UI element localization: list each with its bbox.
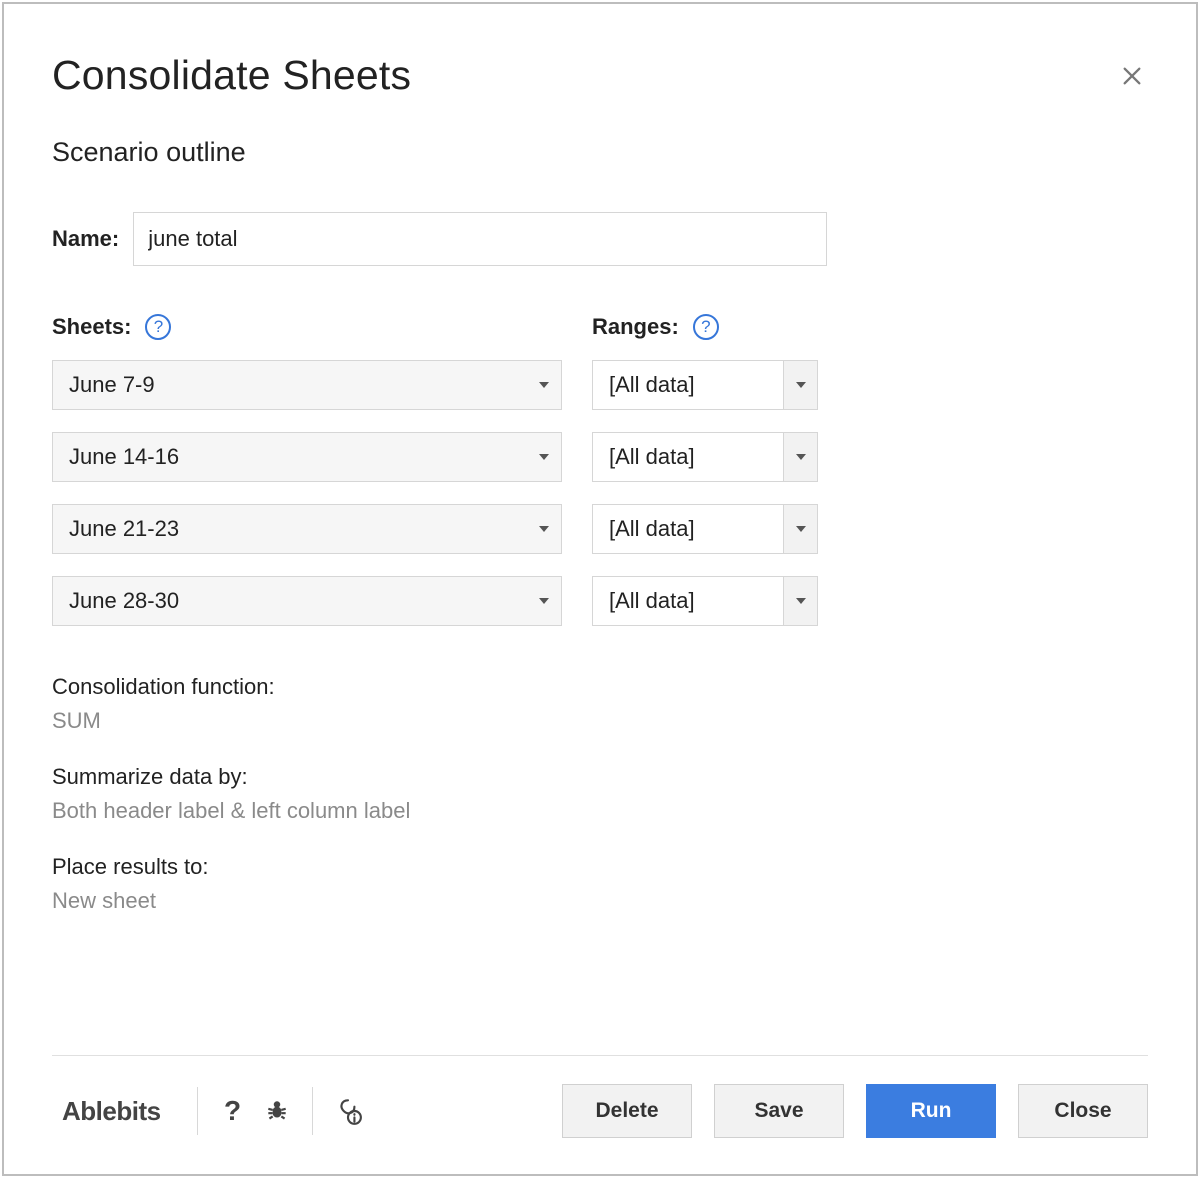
sheet-range-rows: June 7-9 [All data] June 14-16 [All data…	[52, 360, 1148, 626]
info-icon[interactable]	[331, 1094, 365, 1128]
summarize-by-label: Summarize data by:	[52, 764, 1148, 790]
delete-button[interactable]: Delete	[562, 1084, 692, 1138]
sheet-range-row: June 7-9 [All data]	[52, 360, 1148, 410]
sheet-dropdown-value: June 21-23	[69, 516, 527, 542]
place-results-label: Place results to:	[52, 854, 1148, 880]
range-dropdown[interactable]: [All data]	[592, 576, 818, 626]
chevron-down-icon	[783, 577, 817, 625]
brand-logo: Ablebits	[52, 1096, 179, 1127]
name-label: Name:	[52, 226, 119, 252]
dialog-title: Consolidate Sheets	[52, 52, 411, 99]
divider	[312, 1087, 313, 1135]
ranges-label: Ranges:	[592, 314, 679, 340]
sheet-dropdown[interactable]: June 21-23	[52, 504, 562, 554]
dialog-header: Consolidate Sheets	[52, 52, 1148, 99]
columns-header: Sheets: ? Ranges: ?	[52, 314, 1148, 340]
footer-divider	[52, 1055, 1148, 1056]
chevron-down-icon	[527, 577, 561, 625]
consolidation-function-label: Consolidation function:	[52, 674, 1148, 700]
chevron-down-icon	[783, 505, 817, 553]
sheets-label: Sheets:	[52, 314, 131, 340]
name-input[interactable]	[133, 212, 827, 266]
sheet-dropdown-value: June 28-30	[69, 588, 527, 614]
place-results-block: Place results to: New sheet	[52, 854, 1148, 914]
place-results-value: New sheet	[52, 888, 1148, 914]
consolidate-sheets-dialog: Consolidate Sheets Scenario outline Name…	[2, 2, 1198, 1176]
help-icon[interactable]: ?	[145, 314, 171, 340]
sheet-dropdown[interactable]: June 14-16	[52, 432, 562, 482]
summarize-by-value: Both header label & left column label	[52, 798, 1148, 824]
consolidation-function-block: Consolidation function: SUM	[52, 674, 1148, 734]
sheet-range-row: June 28-30 [All data]	[52, 576, 1148, 626]
range-dropdown[interactable]: [All data]	[592, 504, 818, 554]
run-button[interactable]: Run	[866, 1084, 996, 1138]
summary-section: Consolidation function: SUM Summarize da…	[52, 674, 1148, 914]
save-button[interactable]: Save	[714, 1084, 844, 1138]
chevron-down-icon	[783, 433, 817, 481]
chevron-down-icon	[527, 433, 561, 481]
sheet-dropdown-value: June 14-16	[69, 444, 527, 470]
range-dropdown[interactable]: [All data]	[592, 360, 818, 410]
chevron-down-icon	[783, 361, 817, 409]
range-dropdown-value: [All data]	[609, 372, 783, 398]
sheet-dropdown-value: June 7-9	[69, 372, 527, 398]
close-button[interactable]: Close	[1018, 1084, 1148, 1138]
help-icon[interactable]: ?	[693, 314, 719, 340]
chevron-down-icon	[527, 505, 561, 553]
chevron-down-icon	[527, 361, 561, 409]
sheet-range-row: June 14-16 [All data]	[52, 432, 1148, 482]
dialog-footer: Ablebits ?	[52, 1055, 1148, 1174]
sheet-dropdown[interactable]: June 7-9	[52, 360, 562, 410]
name-row: Name:	[52, 212, 1148, 266]
range-dropdown[interactable]: [All data]	[592, 432, 818, 482]
close-icon[interactable]	[1116, 60, 1148, 92]
range-dropdown-value: [All data]	[609, 516, 783, 542]
bug-icon[interactable]	[260, 1094, 294, 1128]
footer-buttons: Delete Save Run Close	[562, 1084, 1148, 1138]
scenario-outline-heading: Scenario outline	[52, 137, 1148, 168]
divider	[197, 1087, 198, 1135]
summarize-by-block: Summarize data by: Both header label & l…	[52, 764, 1148, 824]
range-dropdown-value: [All data]	[609, 588, 783, 614]
sheet-dropdown[interactable]: June 28-30	[52, 576, 562, 626]
consolidation-function-value: SUM	[52, 708, 1148, 734]
sheet-range-row: June 21-23 [All data]	[52, 504, 1148, 554]
range-dropdown-value: [All data]	[609, 444, 783, 470]
help-icon[interactable]: ?	[216, 1094, 250, 1128]
